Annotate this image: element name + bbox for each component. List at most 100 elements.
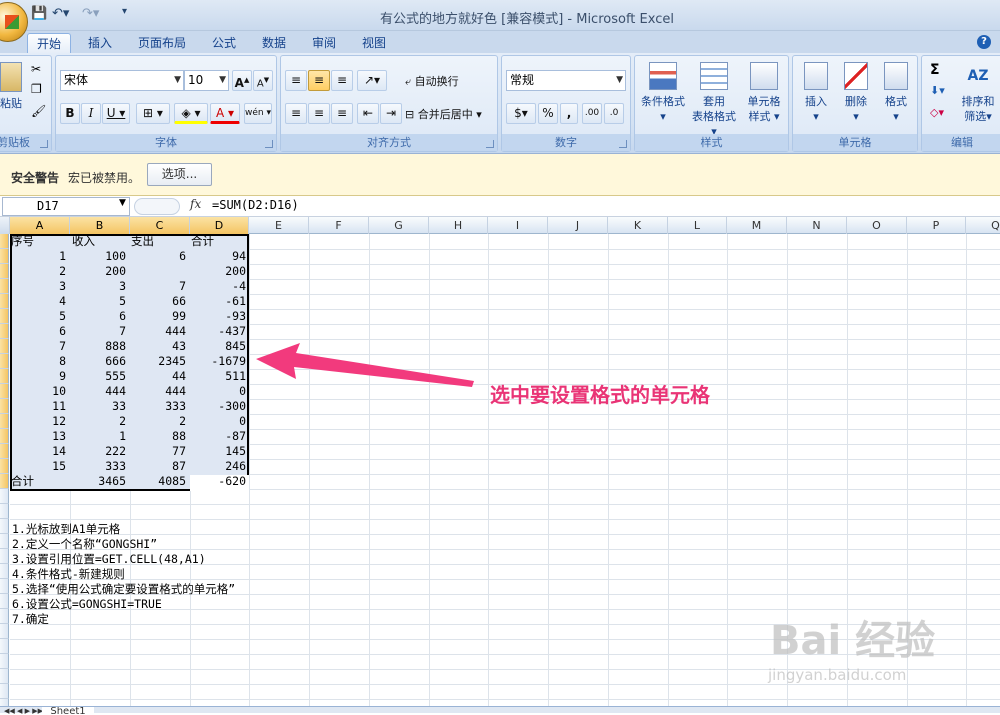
table-cell[interactable]: 145 [190,444,246,459]
header-cell[interactable]: 支出 [131,234,154,249]
name-box[interactable]: D17 [2,197,130,216]
row-header[interactable] [0,339,9,354]
row-header[interactable] [0,294,9,309]
row-header[interactable] [0,639,9,654]
column-header[interactable]: Q [966,217,1000,234]
phonetic-button[interactable]: wén ▾ [244,103,272,124]
row-header[interactable] [0,534,9,549]
table-cell[interactable]: 5 [10,309,66,324]
table-cell[interactable]: 2345 [130,354,186,369]
clear-icon[interactable]: ◇▾ [930,106,944,119]
help-icon[interactable]: ? [977,35,991,49]
table-cell[interactable]: 333 [70,459,126,474]
row-header[interactable] [0,609,9,624]
clipboard-launcher-icon[interactable] [40,140,48,148]
column-header[interactable]: J [548,217,608,234]
row-header[interactable] [0,264,9,279]
table-cell[interactable]: 43 [130,339,186,354]
table-cell[interactable]: 4 [10,294,66,309]
table-cell[interactable]: 3 [10,279,66,294]
font-size-select[interactable]: 10 ▼ [184,70,229,91]
row-header[interactable] [0,354,9,369]
table-cell[interactable]: 15 [10,459,66,474]
accounting-button[interactable]: $▾ [506,103,536,124]
note-line[interactable]: 2.定义一个名称“GONGSHI” [12,537,157,552]
table-cell[interactable]: 444 [130,384,186,399]
row-header[interactable] [0,519,9,534]
column-header[interactable]: P [907,217,966,234]
conditional-format-button[interactable]: 条件格式 ▾ [637,62,689,124]
table-cell[interactable]: 200 [70,264,126,279]
align-center-button[interactable]: ≡ [308,103,330,124]
align-bottom-button[interactable]: ≡ [331,70,353,91]
note-line[interactable]: 1.光标放到A1单元格 [12,522,120,537]
column-header[interactable]: N [787,217,847,234]
number-format-select[interactable]: 常规 ▼ [506,70,626,91]
autosum-icon[interactable]: Σ [930,62,940,78]
format-painter-icon[interactable]: 🖌 [31,104,46,118]
tab-formulas[interactable]: 公式 [204,33,244,53]
note-line[interactable]: 6.设置公式=GONGSHI=TRUE [12,597,162,612]
row-header[interactable] [0,654,9,669]
table-cell[interactable]: -300 [190,399,246,414]
alignment-launcher-icon[interactable] [486,140,494,148]
column-header[interactable]: C [130,217,190,234]
row-header[interactable] [0,429,9,444]
align-middle-button[interactable]: ≡ [308,70,330,91]
fill-icon[interactable]: ⬇▾ [930,84,945,97]
total-label-cell[interactable]: 合计 [11,474,34,489]
table-cell[interactable]: 87 [130,459,186,474]
table-cell[interactable]: 88 [130,429,186,444]
orientation-button[interactable]: ↗▾ [357,70,387,91]
row-header[interactable] [0,309,9,324]
border-button[interactable]: ⊞ ▾ [136,103,170,124]
table-cell[interactable]: 99 [130,309,186,324]
undo-icon[interactable]: ↶▾ [52,6,69,24]
total-cell[interactable]: -620 [190,474,246,489]
table-cell[interactable]: 7 [10,339,66,354]
note-line[interactable]: 5.选择“使用公式确定要设置格式的单元格” [12,582,235,597]
qat-customize-icon[interactable]: ▾ [122,6,127,24]
table-cell[interactable]: 444 [130,324,186,339]
column-header[interactable]: G [369,217,429,234]
font-color-button[interactable]: A ▾ [210,103,240,124]
row-header[interactable] [0,669,9,684]
column-header[interactable]: H [429,217,488,234]
select-all-corner[interactable] [0,217,10,234]
insert-cells-button[interactable]: 插入 ▾ [797,62,835,124]
row-header[interactable] [0,369,9,384]
column-header[interactable]: B [70,217,130,234]
decrease-indent-button[interactable]: ⇤ [357,103,379,124]
table-cell[interactable]: 6 [70,309,126,324]
table-cell[interactable]: 444 [70,384,126,399]
table-cell[interactable]: 3 [70,279,126,294]
italic-button[interactable]: I [81,103,101,124]
table-cell[interactable]: 7 [130,279,186,294]
column-header[interactable]: I [488,217,548,234]
wrap-text-button[interactable]: ⤶ 自动换行 [405,73,459,89]
security-options-button[interactable]: 选项... [147,163,212,186]
row-header[interactable] [0,249,9,264]
table-cell[interactable]: 222 [70,444,126,459]
tab-insert[interactable]: 插入 [80,33,120,53]
increase-decimal-button[interactable]: .00 [582,103,602,124]
row-header[interactable] [0,489,9,504]
row-header[interactable] [0,684,9,699]
tab-page-layout[interactable]: 页面布局 [130,33,194,53]
row-header[interactable] [0,384,9,399]
row-header[interactable] [0,474,9,489]
table-cell[interactable]: 511 [190,369,246,384]
number-launcher-icon[interactable] [619,140,627,148]
cell-styles-button[interactable]: 单元格 样式 ▾ [741,62,787,124]
row-header[interactable] [0,504,9,519]
font-launcher-icon[interactable] [265,140,273,148]
delete-cells-button[interactable]: 删除 ▾ [837,62,875,124]
font-name-select[interactable]: 宋体 ▼ [60,70,184,91]
row-header[interactable] [0,459,9,474]
row-header[interactable] [0,624,9,639]
save-icon[interactable]: 💾 [31,6,47,24]
tab-review[interactable]: 审阅 [304,33,344,53]
table-cell[interactable]: 555 [70,369,126,384]
table-cell[interactable]: 8 [10,354,66,369]
column-header[interactable]: O [847,217,907,234]
